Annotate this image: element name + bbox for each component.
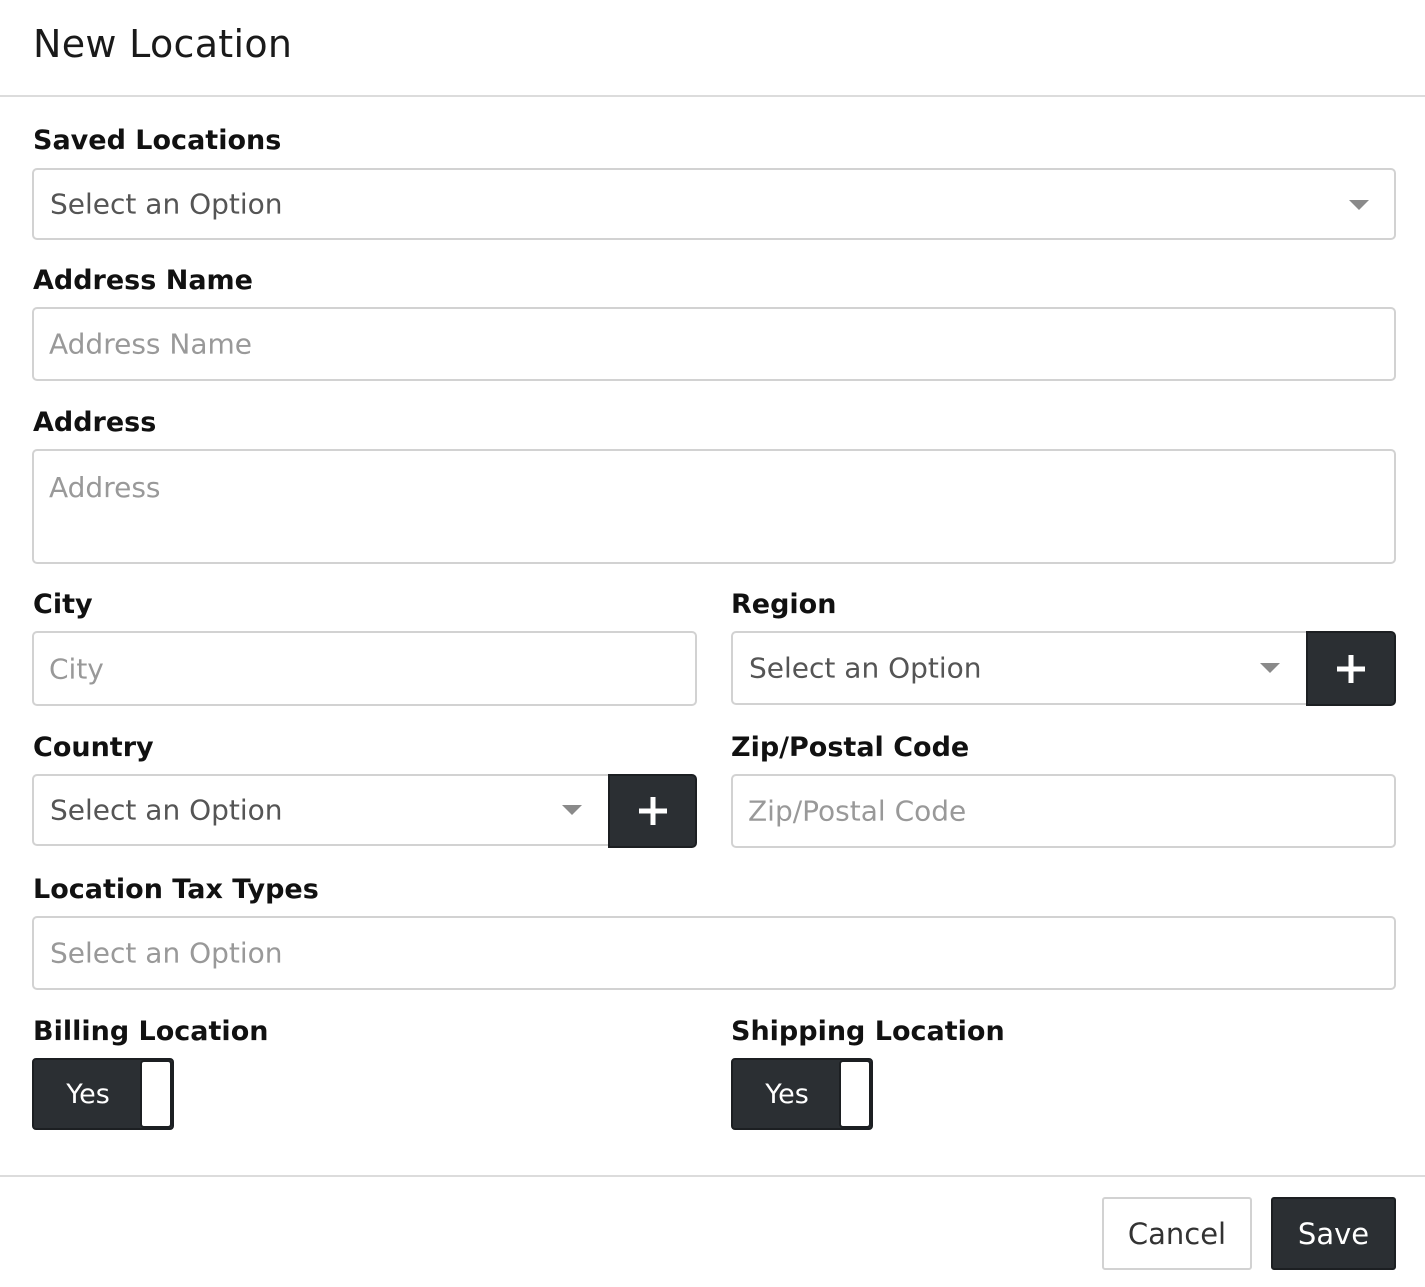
city-input[interactable]: City — [32, 631, 697, 706]
country-label: Country — [33, 732, 154, 763]
city-placeholder: City — [49, 652, 104, 685]
footer-divider — [0, 1175, 1425, 1177]
address-label: Address — [33, 407, 157, 438]
billing-location-toggle[interactable]: Yes — [32, 1058, 174, 1130]
chevron-down-icon — [1349, 200, 1369, 210]
zip-placeholder: Zip/Postal Code — [748, 794, 967, 828]
tax-types-label: Location Tax Types — [33, 874, 319, 905]
country-select[interactable]: Select an Option — [32, 774, 611, 846]
zip-input[interactable]: Zip/Postal Code — [731, 774, 1396, 848]
shipping-toggle-label: Yes — [765, 1078, 809, 1110]
toggle-knob — [140, 1060, 172, 1128]
saved-locations-select[interactable]: Select an Option — [32, 168, 1396, 240]
modal-header: New Location — [0, 0, 1425, 97]
region-label: Region — [731, 589, 837, 620]
save-button[interactable]: Save — [1271, 1197, 1396, 1270]
chevron-down-icon — [1260, 663, 1280, 673]
address-placeholder: Address — [49, 471, 161, 504]
saved-locations-label: Saved Locations — [33, 125, 282, 156]
new-location-modal: New Location Saved Locations Select an O… — [0, 0, 1425, 1287]
billing-toggle-label: Yes — [66, 1078, 110, 1110]
address-name-placeholder: Address Name — [49, 327, 253, 361]
chevron-down-icon — [562, 805, 582, 815]
region-value: Select an Option — [749, 651, 982, 685]
address-textarea[interactable]: Address — [32, 449, 1396, 564]
toggle-knob — [839, 1060, 871, 1128]
add-region-button[interactable] — [1306, 631, 1396, 706]
add-country-button[interactable] — [608, 774, 697, 848]
tax-types-multiselect[interactable]: Select an Option — [32, 916, 1396, 990]
billing-location-label: Billing Location — [33, 1016, 269, 1047]
tax-types-placeholder: Select an Option — [50, 936, 283, 970]
cancel-button[interactable]: Cancel — [1102, 1197, 1252, 1270]
zip-label: Zip/Postal Code — [731, 732, 970, 763]
country-value: Select an Option — [50, 793, 283, 827]
modal-title: New Location — [33, 22, 293, 66]
shipping-location-toggle[interactable]: Yes — [731, 1058, 873, 1130]
region-select[interactable]: Select an Option — [731, 631, 1309, 705]
city-label: City — [33, 589, 93, 620]
address-name-input[interactable]: Address Name — [32, 307, 1396, 381]
address-name-label: Address Name — [33, 265, 253, 296]
shipping-location-label: Shipping Location — [731, 1016, 1005, 1047]
saved-locations-value: Select an Option — [50, 187, 283, 221]
